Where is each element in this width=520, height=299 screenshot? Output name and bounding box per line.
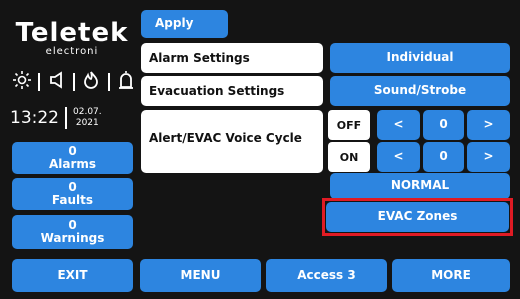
off-label: OFF xyxy=(328,110,370,140)
siren-icon xyxy=(116,70,136,94)
alarms-button[interactable]: 0 Alarms xyxy=(12,142,133,174)
on-label: ON xyxy=(328,142,370,172)
individual-label: Individual xyxy=(386,50,454,65)
divider xyxy=(107,73,110,91)
speaker-icon xyxy=(47,70,67,94)
exit-label: EXIT xyxy=(57,267,88,282)
menu-button[interactable]: MENU xyxy=(140,259,261,292)
more-label: MORE xyxy=(431,267,471,282)
divider xyxy=(72,73,75,91)
chevron-left-icon: < xyxy=(393,149,404,164)
access-level-label: Access 3 xyxy=(297,267,356,282)
on-prev-button[interactable]: < xyxy=(377,142,420,172)
status-icons xyxy=(12,70,136,94)
access-level-button[interactable]: Access 3 xyxy=(266,259,387,292)
time-display: 13:22 xyxy=(10,108,59,128)
on-next-button[interactable]: > xyxy=(467,142,510,172)
off-value: 0 xyxy=(423,110,464,140)
brand-logo: Teletek electroni xyxy=(8,20,136,57)
warnings-button[interactable]: 0 Warnings xyxy=(12,215,133,249)
date-display: 02.07. 2021 xyxy=(73,107,102,129)
menu-label: MENU xyxy=(180,267,221,282)
apply-label: Apply xyxy=(155,16,194,31)
alarm-settings-label: Alarm Settings xyxy=(141,43,323,73)
flame-icon xyxy=(81,70,101,94)
exit-button[interactable]: EXIT xyxy=(12,259,133,292)
divider xyxy=(38,73,41,91)
chevron-right-icon: > xyxy=(483,117,494,132)
on-value-text: 0 xyxy=(439,149,448,164)
panel-screen: Teletek electroni 13:22 02.07. 2021 0 Al… xyxy=(0,0,520,299)
sound-strobe-button[interactable]: Sound/Strobe xyxy=(330,76,510,106)
apply-button[interactable]: Apply xyxy=(141,10,228,38)
divider xyxy=(65,107,67,129)
off-next-button[interactable]: > xyxy=(467,110,510,140)
chevron-left-icon: < xyxy=(393,117,404,132)
sun-icon xyxy=(12,70,32,94)
date-day-month: 02.07. xyxy=(73,107,102,117)
off-value-text: 0 xyxy=(439,117,448,132)
evacuation-settings-label: Evacuation Settings xyxy=(141,76,323,106)
sound-strobe-label: Sound/Strobe xyxy=(373,83,467,98)
faults-label: Faults xyxy=(51,193,94,207)
on-value: 0 xyxy=(423,142,464,172)
warnings-label: Warnings xyxy=(40,231,105,245)
selection-highlight xyxy=(322,198,513,236)
alarms-label: Alarms xyxy=(48,157,97,171)
individual-button[interactable]: Individual xyxy=(330,43,510,73)
brand-name: Teletek xyxy=(15,18,129,48)
chevron-right-icon: > xyxy=(483,149,494,164)
clock: 13:22 02.07. 2021 xyxy=(10,103,136,133)
voice-cycle-label: Alert/EVAC Voice Cycle xyxy=(141,110,323,173)
normal-button[interactable]: NORMAL xyxy=(330,173,510,199)
faults-button[interactable]: 0 Faults xyxy=(12,178,133,210)
date-year: 2021 xyxy=(75,118,99,128)
normal-label: NORMAL xyxy=(390,178,450,193)
more-button[interactable]: MORE xyxy=(392,259,510,292)
off-prev-button[interactable]: < xyxy=(377,110,420,140)
